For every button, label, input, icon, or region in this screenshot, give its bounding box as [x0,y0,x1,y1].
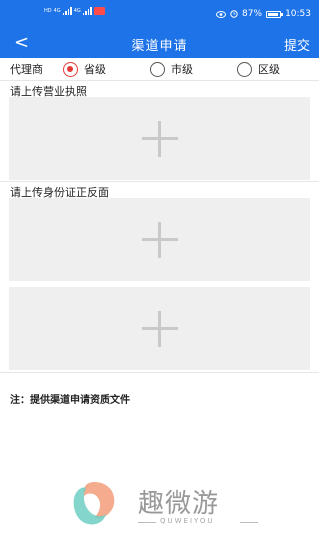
agent-level-row: 代理商 省级 市级 区级 [0,60,319,78]
radio-district-label: 区级 [258,63,280,76]
radio-province-label: 省级 [84,63,106,76]
radio-district[interactable]: 区级 [237,60,280,78]
radio-city-circle[interactable] [150,61,165,77]
page-title: 渠道申请 [131,39,188,54]
status-left: HD 4G 4G [44,7,105,15]
battery-icon [266,10,284,18]
network-type-1: 4G [53,8,61,14]
plus-icon [141,120,178,157]
agent-label: 代理商 [10,63,43,76]
business-license-upload[interactable] [9,97,310,180]
radio-city[interactable]: 市级 [150,60,193,78]
watermark-name: 趣微游 [138,489,220,519]
id-card-back-upload[interactable] [9,287,310,370]
plus-icon [141,310,178,347]
divider [0,80,319,81]
radio-province[interactable]: 省级 [63,60,106,78]
signal-icon-2 [82,7,92,15]
battery-percent: 87% [242,9,263,19]
title-bar: < 渠道申请 提交 [0,30,319,58]
divider [0,372,319,373]
watermark-sub: QUWEIYOU [160,517,215,525]
radio-city-label: 市级 [171,63,193,76]
radio-province-circle[interactable] [63,61,78,77]
status-bar: HD 4G 4G 87% 10:53 [0,0,319,30]
watermark-line-left [138,522,156,523]
watermark-line-right [240,522,258,523]
hd-indicator: HD [44,8,52,14]
quweiyou-logo-icon [73,482,115,525]
watermark: 趣微游 QUWEIYOU [68,476,268,532]
app-screen: HD 4G 4G 87% 10:53 < 渠道申请 提交 代理商 省级 市级 区… [0,0,319,533]
divider [0,181,319,182]
status-right: 87% 10:53 [216,9,311,19]
note-text: 注：提供渠道申请资质文件 [10,395,130,406]
radio-district-circle[interactable] [237,61,252,77]
signal-icon [62,7,72,15]
network-type-2: 4G [73,8,81,14]
app-notification-icon [93,7,105,15]
eye-icon [216,10,227,18]
id-card-front-upload[interactable] [9,198,310,281]
submit-button[interactable]: 提交 [284,35,310,54]
plus-icon [141,221,178,258]
alarm-icon [230,10,238,18]
clock: 10:53 [285,9,311,19]
